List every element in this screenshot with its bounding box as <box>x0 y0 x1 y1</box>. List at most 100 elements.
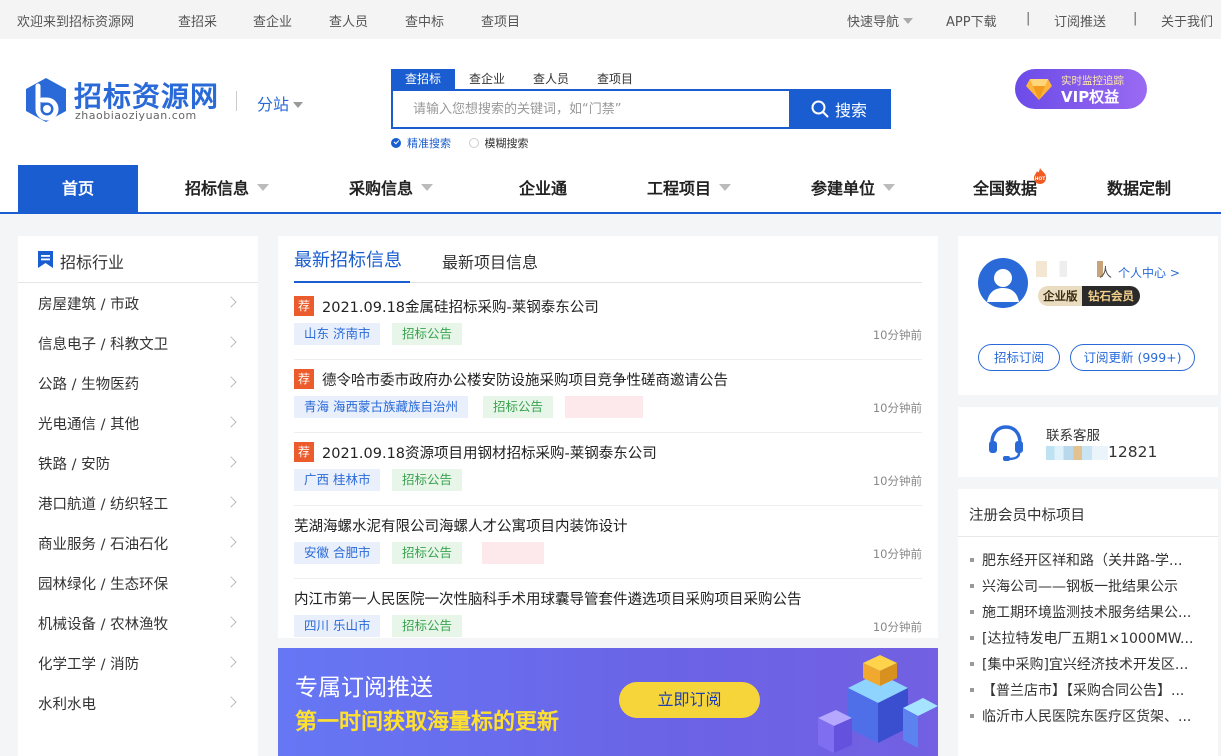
tab-latest-bidding[interactable]: 最新招标信息 <box>294 246 402 272</box>
industry-panel-header: 招标行业 <box>18 236 258 283</box>
list-item[interactable]: 肥东经开区祥和路（关井路-学... <box>970 548 1210 574</box>
search-box: 搜索 <box>391 89 891 129</box>
top-link-winning[interactable]: 查中标 <box>405 11 444 30</box>
nav-bidding[interactable]: 招标信息 <box>185 165 270 212</box>
user-icon <box>987 269 1019 302</box>
about-link[interactable]: 关于我们 <box>1161 11 1213 30</box>
top-link-company[interactable]: 查企业 <box>253 11 292 30</box>
nav-units[interactable]: 参建单位 <box>811 165 896 212</box>
industry-item[interactable]: 房屋建筑 / 市政 <box>18 283 258 323</box>
radio-checked-icon <box>391 138 401 148</box>
type-tag[interactable]: 招标公告 <box>392 615 463 637</box>
winning-projects-header: 注册会员中标项目 <box>958 489 1218 537</box>
list-item[interactable]: 【普兰店市】【采购合同公告】... <box>970 678 1210 704</box>
subscribe-now-button[interactable]: 立即订阅 <box>619 682 760 718</box>
industry-item[interactable]: 化学工学 / 消防 <box>18 643 258 683</box>
news-time: 10分钟前 <box>872 620 922 634</box>
search-mode-exact[interactable]: 精准搜索 <box>391 135 451 151</box>
news-item[interactable]: 内江市第一人民医院一次性脑科手术用球囊导管套件遴选项目采购项目采购公告 四川 乐… <box>294 579 922 638</box>
list-item[interactable]: 兴海公司——钢板一批结果公示 <box>970 574 1210 600</box>
list-item-label: [集中采购]宜兴经济技术开发区... <box>982 657 1189 673</box>
list-item-label: 肥东经开区祥和路（关井路-学... <box>982 553 1183 569</box>
nav-national-data[interactable]: 全国数据 <box>973 165 1037 212</box>
top-link-people[interactable]: 查人员 <box>329 11 368 30</box>
industry-item[interactable]: 园林绿化 / 生态环保 <box>18 563 258 603</box>
subscribe-banner[interactable]: 专属订阅推送 第一时间获取海量标的更新 立即订阅 <box>278 648 938 756</box>
news-title[interactable]: 2021.09.18金属硅招标采购-莱钢泰东公司 <box>322 296 599 317</box>
list-item-label: [达拉特发电厂五期1×1000MW... <box>982 631 1194 647</box>
industry-item[interactable]: 水利水电 <box>18 683 258 723</box>
search-tab-company[interactable]: 查企业 <box>469 69 505 89</box>
industry-item[interactable]: 港口航道 / 纺织轻工 <box>18 483 258 523</box>
divider: | <box>1133 11 1138 26</box>
news-title[interactable]: 2021.09.18资源项目用钢材招标采购-莱钢泰东公司 <box>322 442 657 463</box>
diamond-member-badge: 钻石会员 <box>1082 286 1140 306</box>
news-item[interactable]: 荐 德令哈市委市政府办公楼安防设施采购项目竞争性磋商邀请公告 青海 海西蒙古族藏… <box>294 360 922 433</box>
search-button[interactable]: 搜索 <box>789 91 889 127</box>
top-link-project[interactable]: 查项目 <box>481 11 520 30</box>
chevron-right-icon <box>225 576 237 588</box>
bid-subscribe-button[interactable]: 招标订阅 <box>978 344 1060 371</box>
search-input[interactable] <box>393 91 791 127</box>
news-item[interactable]: 芜湖海螺水泥有限公司海螺人才公寓项目内装饰设计 安徽 合肥市 招标公告 10分钟… <box>294 506 922 579</box>
search-tab-people[interactable]: 查人员 <box>533 69 569 89</box>
search-mode-group: 精准搜索 模糊搜索 <box>391 135 543 151</box>
news-item[interactable]: 荐 2021.09.18资源项目用钢材招标采购-莱钢泰东公司 广西 桂林市 招标… <box>294 433 922 506</box>
search-mode-fuzzy[interactable]: 模糊搜索 <box>468 135 529 151</box>
location-tag[interactable]: 广西 桂林市 <box>294 469 381 491</box>
logo-icon[interactable] <box>24 77 68 123</box>
news-title[interactable]: 芜湖海螺水泥有限公司海螺人才公寓项目内装饰设计 <box>294 515 628 536</box>
avatar[interactable] <box>978 258 1028 308</box>
location-tag[interactable]: 青海 海西蒙古族藏族自治州 <box>294 396 468 418</box>
industry-item[interactable]: 光电通信 / 其他 <box>18 403 258 443</box>
chevron-down-icon <box>719 184 732 191</box>
news-title[interactable]: 内江市第一人民医院一次性脑科手术用球囊导管套件遴选项目采购项目采购公告 <box>294 588 802 609</box>
list-item[interactable]: 施工期环境监测技术服务结果公... <box>970 600 1210 626</box>
location-tag[interactable]: 安徽 合肥市 <box>294 542 381 564</box>
nav-procurement[interactable]: 采购信息 <box>349 165 434 212</box>
vip-badge[interactable]: 实时监控追踪 VIP权益 <box>1015 69 1147 109</box>
nav-custom-data[interactable]: 数据定制 <box>1107 165 1171 212</box>
location-tag[interactable]: 山东 济南市 <box>294 323 381 345</box>
chevron-right-icon <box>225 416 237 428</box>
list-item[interactable]: 临沂市人民医院东医疗区货架、... <box>970 704 1210 730</box>
list-item[interactable]: [集中采购]宜兴经济技术开发区... <box>970 652 1210 678</box>
substation-dropdown[interactable]: 分站 <box>257 91 304 115</box>
industry-item[interactable]: 铁路 / 安防 <box>18 443 258 483</box>
type-tag[interactable]: 招标公告 <box>392 469 463 491</box>
industry-item[interactable]: 机械设备 / 农林渔牧 <box>18 603 258 643</box>
type-tag[interactable]: 招标公告 <box>483 396 554 418</box>
industry-item[interactable]: 公路 / 生物医药 <box>18 363 258 403</box>
chevron-down-icon <box>421 184 434 191</box>
chevron-right-icon <box>225 336 237 348</box>
news-item[interactable]: 荐 2021.09.18金属硅招标采购-莱钢泰东公司 山东 济南市 招标公告 1… <box>294 287 922 360</box>
nav-enterprise[interactable]: 企业通 <box>519 165 567 212</box>
list-item[interactable]: [达拉特发电厂五期1×1000MW... <box>970 626 1210 652</box>
industry-item-label: 铁路 / 安防 <box>38 457 111 473</box>
top-link-zhaocai[interactable]: 查招采 <box>178 11 217 30</box>
quick-nav-menu[interactable]: 快速导航 <box>847 11 914 30</box>
nav-projects[interactable]: 工程项目 <box>647 165 732 212</box>
vip-title: VIP权益 <box>1061 88 1120 106</box>
active-tab-underline <box>294 281 410 283</box>
bullet-icon <box>970 584 974 588</box>
nav-units-label: 参建单位 <box>811 179 876 198</box>
subscription-updates-button[interactable]: 订阅更新 (999+) <box>1070 344 1195 371</box>
search-mode-fuzzy-label: 模糊搜索 <box>484 137 529 150</box>
news-time: 10分钟前 <box>872 474 922 488</box>
app-download-link[interactable]: APP下载 <box>946 11 997 30</box>
type-tag[interactable]: 招标公告 <box>392 323 463 345</box>
location-tag[interactable]: 四川 乐山市 <box>294 615 381 637</box>
type-tag[interactable]: 招标公告 <box>392 542 463 564</box>
nav-home[interactable]: 首页 <box>18 165 138 212</box>
tab-latest-projects[interactable]: 最新项目信息 <box>442 249 538 273</box>
subscribe-push-link[interactable]: 订阅推送 <box>1054 11 1106 30</box>
personal-center-link[interactable]: 个人中心 > <box>1118 264 1180 281</box>
industry-item[interactable]: 信息电子 / 科教文卫 <box>18 323 258 363</box>
search-tab-project[interactable]: 查项目 <box>597 69 633 89</box>
search-tab-bidding[interactable]: 查招标 <box>391 69 456 89</box>
industry-item[interactable]: 商业服务 / 石油石化 <box>18 523 258 563</box>
news-title[interactable]: 德令哈市委市政府办公楼安防设施采购项目竞争性磋商邀请公告 <box>322 369 728 390</box>
chevron-down-icon <box>293 102 304 108</box>
hot-flame-icon: HOT <box>1034 168 1046 184</box>
